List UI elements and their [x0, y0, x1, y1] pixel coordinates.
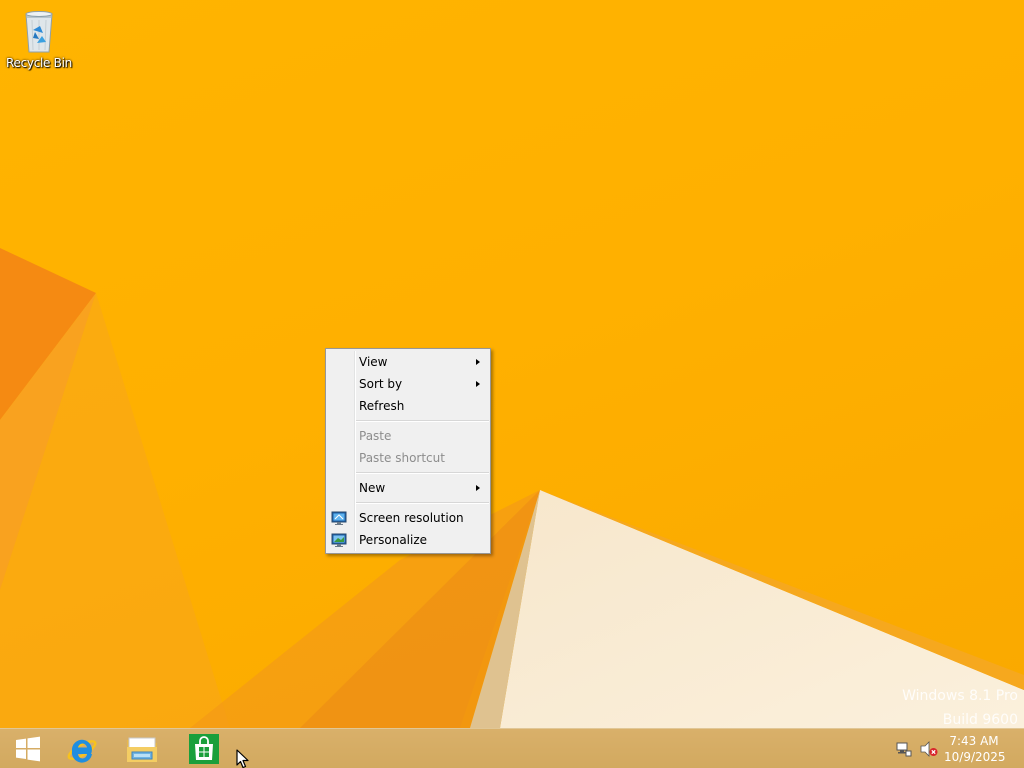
taskbar-internet-explorer[interactable]: [54, 729, 110, 768]
menu-item-paste[interactable]: Paste: [326, 425, 490, 447]
clock-time: 7:43 AM: [949, 734, 999, 748]
windows-logo-icon: [16, 736, 40, 762]
recycle-bin-label: Recycle Bin: [6, 56, 72, 70]
menu-item-label: Refresh: [359, 399, 405, 413]
menu-item-personalize[interactable]: Personalize: [326, 529, 490, 551]
menu-item-new[interactable]: New: [326, 477, 490, 499]
personalize-icon: [331, 533, 347, 547]
store-icon: [189, 734, 219, 764]
taskbar: 7:43 AM 10/9/2025: [0, 728, 1024, 768]
taskbar-store[interactable]: [176, 729, 232, 768]
start-button[interactable]: [0, 729, 56, 768]
menu-item-paste-shortcut[interactable]: Paste shortcut: [326, 447, 490, 469]
clock-date: 10/9/2025: [944, 750, 1006, 764]
menu-item-view[interactable]: View: [326, 351, 490, 373]
network-icon[interactable]: [896, 741, 912, 757]
desktop-context-menu: View Sort by Refresh Paste Paste shortcu…: [325, 348, 491, 554]
wallpaper: [0, 248, 1024, 728]
menu-item-label: Paste shortcut: [359, 451, 445, 465]
menu-item-label: New: [359, 481, 386, 495]
menu-item-screen-resolution[interactable]: Screen resolution: [326, 507, 490, 529]
submenu-arrow-icon: [476, 381, 480, 387]
menu-separator: [356, 472, 489, 474]
menu-item-label: Screen resolution: [359, 511, 464, 525]
taskbar-file-explorer[interactable]: [114, 729, 170, 768]
menu-item-label: Paste: [359, 429, 392, 443]
watermark-edition: Windows 8.1 Pro: [902, 688, 1018, 704]
menu-item-label: Personalize: [359, 533, 428, 547]
clock[interactable]: 7:43 AM 10/9/2025: [944, 733, 1006, 765]
notification-area: 7:43 AM 10/9/2025: [884, 729, 1024, 768]
menu-item-label: View: [359, 355, 388, 369]
recycle-bin-shortcut[interactable]: Recycle Bin: [6, 6, 72, 70]
display-settings-icon: [331, 511, 347, 525]
internet-explorer-icon: [67, 739, 97, 763]
menu-separator: [356, 420, 489, 422]
submenu-arrow-icon: [476, 359, 480, 365]
menu-item-label: Sort by: [359, 377, 403, 391]
edition-watermark: Windows 8.1 Pro Build 9600: [902, 684, 1018, 732]
file-explorer-icon: [127, 737, 157, 762]
desktop[interactable]: Recycle Bin Windows 8.1 Pro Build 9600 V…: [0, 0, 1024, 768]
volume-muted-icon[interactable]: [920, 741, 938, 757]
menu-separator: [356, 502, 489, 504]
menu-item-sort-by[interactable]: Sort by: [326, 373, 490, 395]
mouse-cursor-icon: [236, 749, 249, 768]
submenu-arrow-icon: [476, 485, 480, 491]
recycle-bin-icon: [25, 11, 53, 53]
menu-item-refresh[interactable]: Refresh: [326, 395, 490, 417]
